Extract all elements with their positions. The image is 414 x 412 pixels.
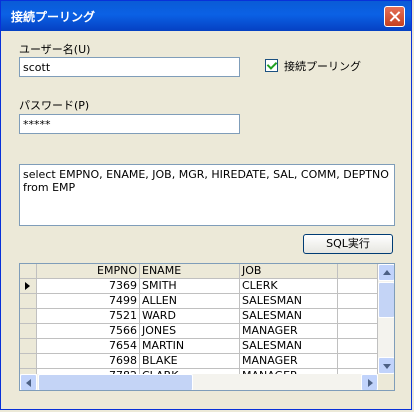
- row-indicator: [20, 354, 37, 369]
- row-indicator: [20, 339, 37, 354]
- window-title: 接続プーリング: [11, 10, 96, 24]
- table-row[interactable]: 7499 ALLEN SALESMAN: [20, 294, 378, 309]
- cell-ename[interactable]: SMITH: [140, 279, 240, 294]
- cell-ename[interactable]: JONES: [140, 324, 240, 339]
- cell-blank: [338, 354, 378, 369]
- table-row[interactable]: 7369 SMITH CLERK: [20, 279, 378, 294]
- chevron-down-icon: [383, 364, 391, 369]
- vertical-scroll-thumb[interactable]: [378, 282, 394, 318]
- cell-job[interactable]: SALESMAN: [240, 339, 338, 354]
- column-header-job[interactable]: JOB: [240, 264, 338, 279]
- chevron-right-icon: [368, 379, 373, 387]
- cell-blank: [338, 324, 378, 339]
- cell-job[interactable]: SALESMAN: [240, 294, 338, 309]
- cell-job[interactable]: MANAGER: [240, 354, 338, 369]
- current-row-arrow-icon: [25, 282, 30, 290]
- table-row[interactable]: 7698 BLAKE MANAGER: [20, 354, 378, 369]
- chevron-up-icon: [383, 270, 391, 275]
- password-input[interactable]: [19, 114, 240, 134]
- cell-blank: [338, 279, 378, 294]
- sql-textarea[interactable]: select EMPNO, ENAME, JOB, MGR, HIREDATE,…: [19, 164, 395, 226]
- scroll-down-button[interactable]: [378, 357, 394, 374]
- title-bar[interactable]: 接続プーリング: [1, 1, 411, 31]
- row-indicator: [20, 279, 37, 294]
- scrollbar-corner: [378, 374, 394, 390]
- row-indicator: [20, 294, 37, 309]
- column-header-blank: [338, 264, 378, 279]
- dialog-window: 接続プーリング ユーザー名(U) 接続プーリング パスワード(P) select…: [0, 0, 412, 410]
- cell-job[interactable]: SALESMAN: [240, 309, 338, 324]
- table-row[interactable]: 7566 JONES MANAGER: [20, 324, 378, 339]
- user-label: ユーザー名(U): [19, 43, 91, 56]
- grid-header-row: EMPNO ENAME JOB: [20, 264, 378, 279]
- close-button[interactable]: [384, 6, 405, 27]
- scroll-right-button[interactable]: [361, 374, 378, 390]
- cell-blank: [338, 294, 378, 309]
- cell-ename[interactable]: ALLEN: [140, 294, 240, 309]
- row-indicator: [20, 309, 37, 324]
- table-row[interactable]: 7521 WARD SALESMAN: [20, 309, 378, 324]
- table-row[interactable]: 7654 MARTIN SALESMAN: [20, 339, 378, 354]
- cell-blank: [338, 339, 378, 354]
- vertical-scrollbar[interactable]: [378, 264, 394, 374]
- pooling-label: 接続プーリング: [284, 60, 361, 73]
- cell-ename[interactable]: WARD: [140, 309, 240, 324]
- cell-empno[interactable]: 7521: [37, 309, 140, 324]
- cell-job[interactable]: CLERK: [240, 279, 338, 294]
- cell-empno[interactable]: 7499: [37, 294, 140, 309]
- cell-empno[interactable]: 7654: [37, 339, 140, 354]
- cell-empno[interactable]: 7566: [37, 324, 140, 339]
- cell-empno[interactable]: 7369: [37, 279, 140, 294]
- cell-ename[interactable]: MARTIN: [140, 339, 240, 354]
- cell-blank: [338, 309, 378, 324]
- password-label: パスワード(P): [19, 99, 90, 112]
- scroll-left-button[interactable]: [20, 374, 37, 390]
- row-indicator: [20, 324, 37, 339]
- horizontal-scrollbar[interactable]: [20, 374, 378, 390]
- column-header-ename[interactable]: ENAME: [140, 264, 240, 279]
- cell-job[interactable]: MANAGER: [240, 324, 338, 339]
- cell-ename[interactable]: BLAKE: [140, 354, 240, 369]
- column-header-empno[interactable]: EMPNO: [37, 264, 140, 279]
- execute-sql-button[interactable]: SQL実行: [303, 234, 393, 254]
- horizontal-scroll-thumb[interactable]: [38, 374, 193, 390]
- pooling-checkbox[interactable]: [265, 59, 278, 72]
- scroll-up-button[interactable]: [378, 264, 394, 281]
- chevron-left-icon: [26, 379, 31, 387]
- header-corner: [20, 264, 37, 279]
- user-input[interactable]: [19, 57, 240, 77]
- cell-empno[interactable]: 7698: [37, 354, 140, 369]
- data-grid[interactable]: EMPNO ENAME JOB 7369 SMITH CLERK 7499 AL…: [19, 263, 395, 391]
